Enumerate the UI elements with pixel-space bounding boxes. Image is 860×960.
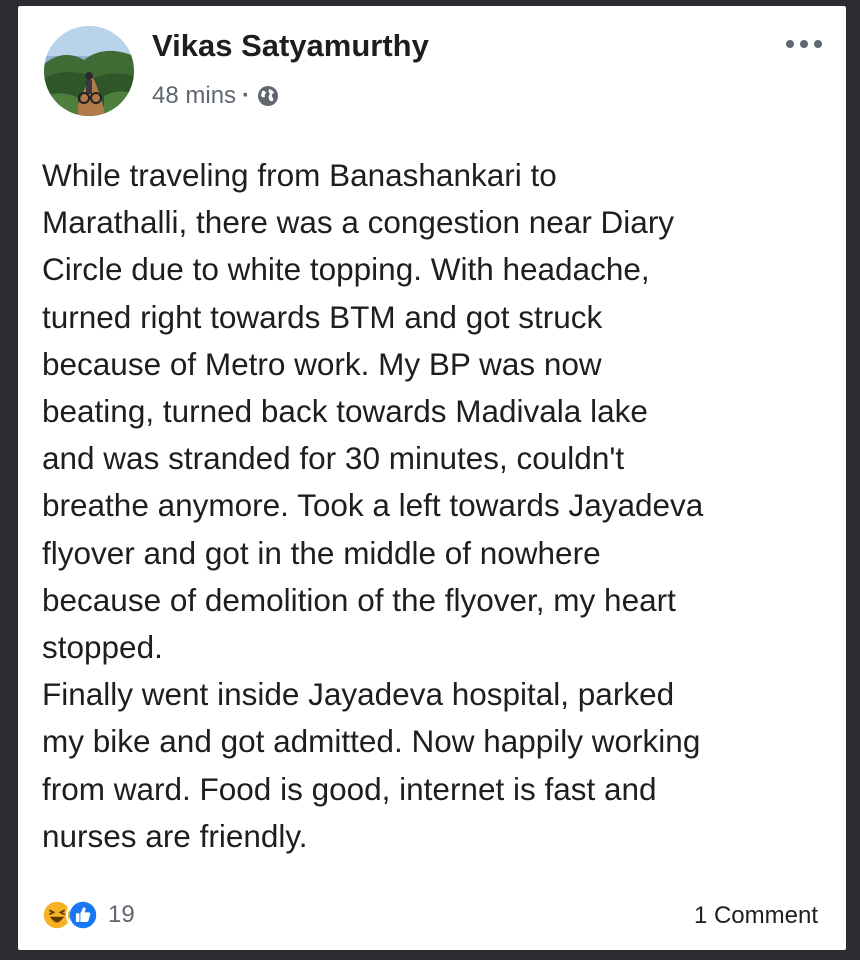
comments-count-link[interactable]: 1 Comment (694, 902, 818, 930)
post-text-line: Finally went inside Jayadeva hospital, p… (42, 676, 675, 713)
post-text-line: flyover and got in the middle of nowhere (42, 534, 601, 571)
post-text-line: While traveling from Banashankari to (42, 157, 557, 193)
post-text-line: breathe anymore. Took a left towards Jay… (42, 487, 704, 524)
avatar-photo (44, 26, 134, 116)
post-text-line: because of Metro work. My BP was now (42, 345, 602, 382)
globe-icon (258, 86, 279, 106)
post-meta: 48 mins · (152, 82, 280, 110)
reactions-summary[interactable]: 19 (40, 898, 135, 932)
author-name[interactable]: Vikas Satyamurthy (152, 28, 429, 64)
post-text-line: because of demolition of the flyover, my… (42, 581, 676, 618)
post-text-line: and was stranded for 30 minutes, couldn'… (42, 440, 625, 477)
post-card: Vikas Satyamurthy 48 mins · While travel… (18, 6, 846, 950)
post-text-line: turned right towards BTM and got struck (42, 298, 603, 335)
post-text-line: beating, turned back towards Madivala la… (42, 393, 648, 430)
post-text-line: stopped. (42, 629, 163, 666)
post-text: While traveling from Banashankari to Mara… (42, 152, 832, 860)
post-text-line: from ward. Food is good, internet is fas… (42, 770, 657, 807)
more-options-button[interactable] (782, 32, 826, 56)
like-icon (66, 898, 100, 932)
post-text-line: my bike and got admitted. Now happily wo… (42, 723, 701, 760)
post-text-line: Marathalli, there was a congestion near … (42, 204, 675, 241)
reaction-count: 19 (108, 901, 135, 928)
meta-separator: · (242, 82, 251, 109)
post-text-line: nurses are friendly. (42, 817, 308, 854)
more-options-icon (786, 40, 822, 48)
author-avatar[interactable] (44, 26, 134, 116)
screenshot-frame: Vikas Satyamurthy 48 mins · While travel… (0, 0, 860, 960)
post-text-line: Circle due to white topping. With headac… (42, 251, 650, 288)
post-time[interactable]: 48 mins (152, 82, 236, 110)
